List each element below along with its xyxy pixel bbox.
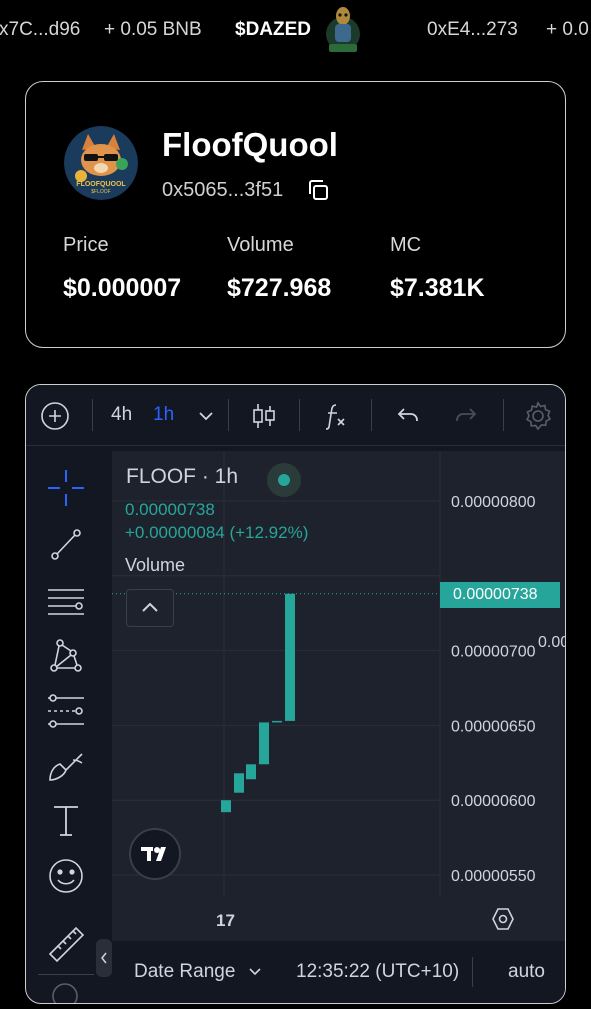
overlapped-tick-label: 0.00000750 <box>538 634 565 651</box>
avatar-symbol: $FLOOF <box>91 189 110 195</box>
price-change: +0.00000084 (+12.92%) <box>125 523 309 542</box>
y-tick-label: 0.00000600 <box>451 793 536 810</box>
avatar-wordmark: FLOOFQUOOL <box>76 181 126 188</box>
brush-icon[interactable] <box>46 746 86 786</box>
interval-4h[interactable]: 4h <box>111 404 132 426</box>
time-axis[interactable]: 17 <box>112 897 565 941</box>
last-price: 0.00000738 <box>125 500 215 519</box>
y-tick-label: 0.00000650 <box>451 718 536 735</box>
y-tick-label: 0.00000800 <box>451 494 536 511</box>
candle <box>285 593 295 721</box>
candles-chart-type-icon[interactable] <box>250 401 278 429</box>
tradingview-logo-icon[interactable] <box>129 828 181 880</box>
pattern-icon[interactable] <box>46 635 86 675</box>
prediction-icon[interactable] <box>46 690 86 730</box>
price-label: Price <box>63 234 109 256</box>
market-cap-label: MC <box>390 234 422 256</box>
volume-label: Volume <box>227 234 294 256</box>
chart-bottom-bar: Date Range 12:35:22 (UTC+10) auto <box>112 941 565 1003</box>
ticker-amount: + 0.05 BNB <box>104 19 202 40</box>
token-avatar: FLOOFQUOOL $FLOOF <box>64 126 138 200</box>
chart-pane[interactable]: 0.00000800 0.00000700 0.00000650 0.00000600… <box>112 451 565 897</box>
drawing-toolbar <box>26 446 112 1003</box>
undo-icon[interactable] <box>394 401 422 429</box>
ticker-token-symbol[interactable]: $DAZED <box>235 19 311 41</box>
market-cap-value: $7.381K <box>390 274 485 302</box>
date-range-button[interactable]: Date Range <box>134 961 263 983</box>
symbol-title: FLOOF · 1h <box>126 465 239 488</box>
dazed-logo-icon[interactable] <box>323 4 363 58</box>
token-info-card: FLOOFQUOOL $FLOOF FloofQuool 0x5065...3f… <box>25 81 566 348</box>
y-tick-label: 0.00000700 <box>451 644 536 661</box>
indicators-icon[interactable] <box>320 401 348 430</box>
redo-icon[interactable] <box>452 401 480 429</box>
ruler-icon[interactable] <box>46 924 86 964</box>
chevron-down-icon[interactable] <box>194 401 222 429</box>
interval-1h[interactable]: 1h <box>153 404 174 426</box>
token-ticker: x7C...d96 + 0.05 BNB $DAZED 0xE4...273 +… <box>0 0 591 62</box>
chevron-down-icon <box>249 968 261 976</box>
gear-icon[interactable] <box>523 401 552 431</box>
emoji-icon[interactable] <box>46 856 86 896</box>
volume-value: $727.968 <box>227 274 332 302</box>
token-address: 0x5065...3f51 <box>162 179 284 201</box>
candle <box>221 800 231 813</box>
zoom-icon[interactable] <box>50 981 80 1003</box>
last-price-tag: 0.00000738 <box>440 582 560 608</box>
market-status-indicator <box>267 463 301 497</box>
candle <box>272 720 282 723</box>
add-symbol-icon[interactable] <box>40 401 69 430</box>
timezone-clock[interactable]: 12:35:22 (UTC+10) <box>296 961 459 983</box>
chart-top-toolbar: 4h 1h <box>26 385 565 445</box>
axis-settings-icon[interactable] <box>491 907 515 931</box>
text-tool-icon[interactable] <box>46 801 86 841</box>
copy-icon[interactable] <box>306 178 330 202</box>
y-tick-label: 0.00000550 <box>451 868 536 885</box>
candle <box>246 764 256 780</box>
candle <box>259 722 269 765</box>
ticker-amount: + 0.0 <box>546 19 589 40</box>
collapse-legend-button[interactable] <box>126 589 174 627</box>
auto-scale-toggle[interactable]: auto <box>508 961 545 983</box>
date-range-label: Date Range <box>134 961 236 982</box>
ticker-address[interactable]: x7C...d96 <box>0 19 80 41</box>
toolbar-collapse-tab[interactable] <box>96 939 112 977</box>
volume-legend: Volume <box>125 555 186 575</box>
ticker-address[interactable]: 0xE4...273 <box>427 19 518 41</box>
trend-line-icon[interactable] <box>46 524 86 564</box>
token-name: FloofQuool <box>162 126 338 163</box>
price-value: $0.000007 <box>63 274 182 302</box>
chart-widget: 4h 1h 0.00000800 0.00000700 0.00000650 0… <box>25 384 566 1004</box>
horizontal-lines-icon[interactable] <box>46 580 86 620</box>
candle <box>234 773 244 793</box>
crosshair-icon[interactable] <box>46 468 86 508</box>
time-axis-label: 17 <box>216 911 235 930</box>
